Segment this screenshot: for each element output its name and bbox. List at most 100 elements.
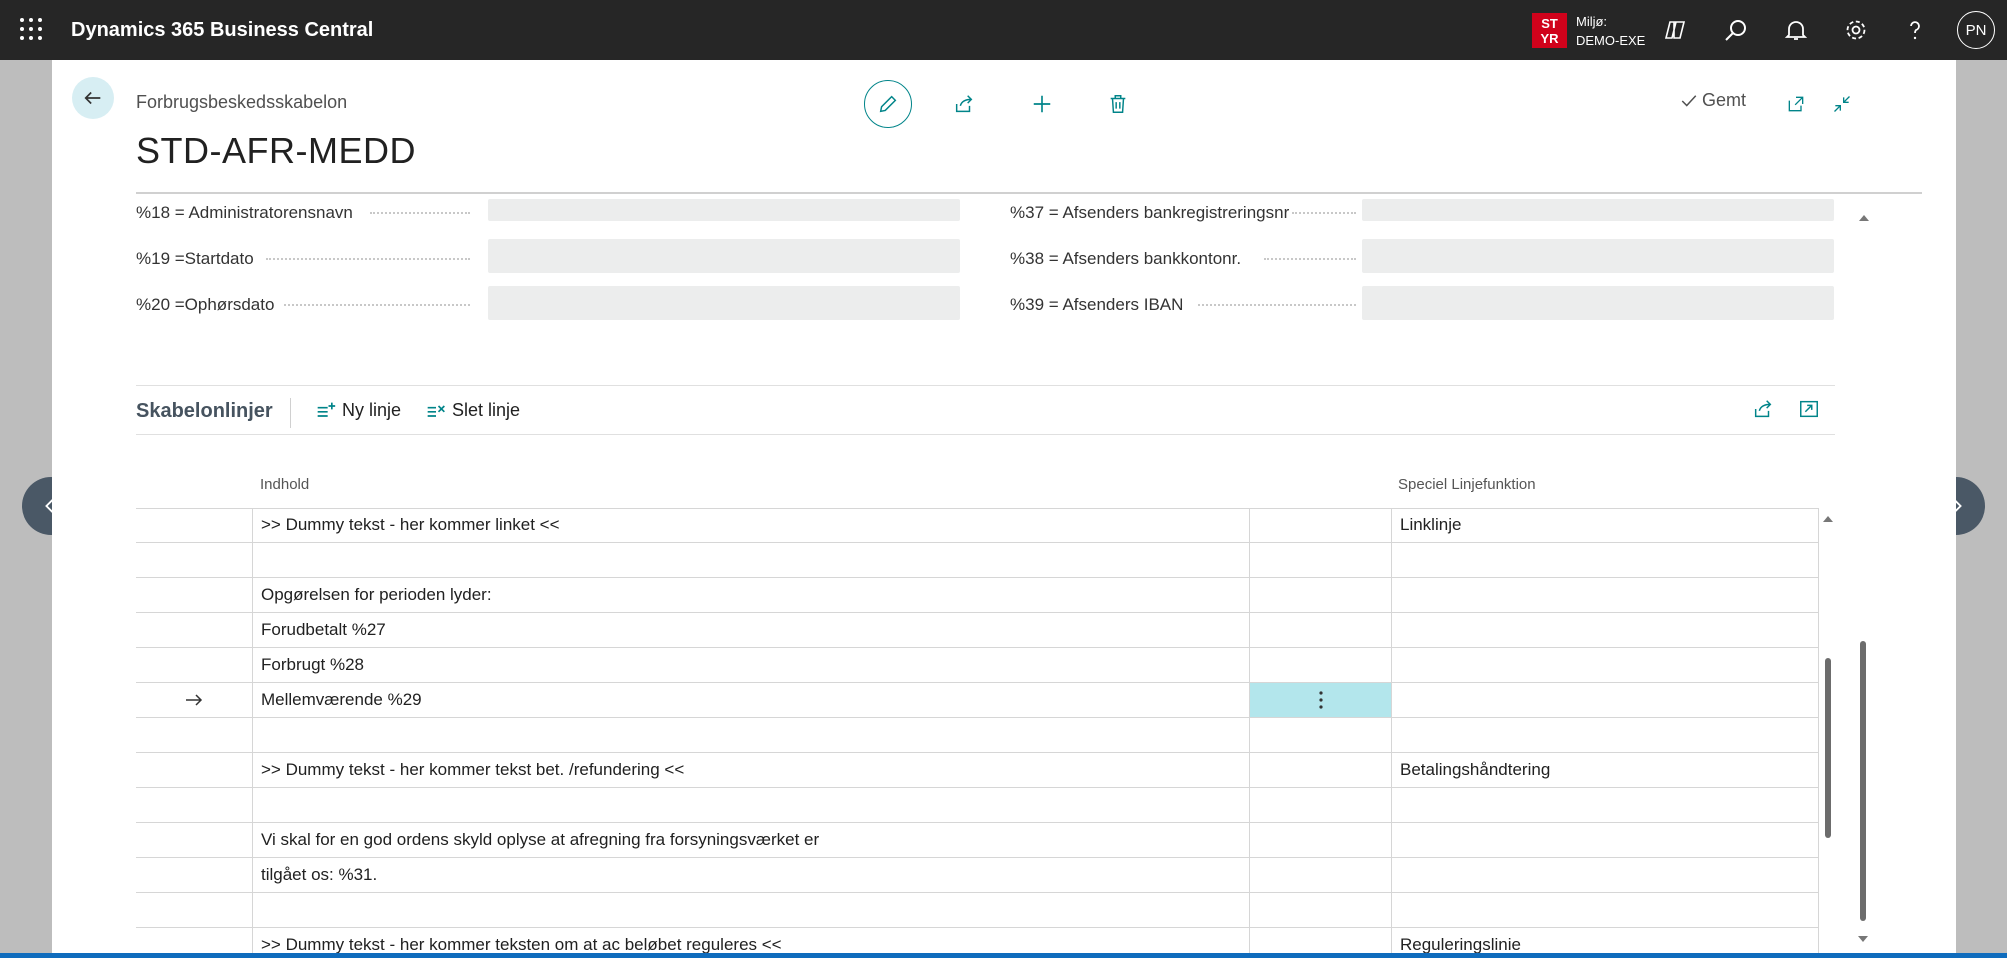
delete-line-icon <box>427 404 445 417</box>
cell-content[interactable]: Forudbetalt %27 <box>253 613 1250 647</box>
collapse-button[interactable] <box>1824 80 1860 128</box>
notification-icon[interactable] <box>1781 15 1811 45</box>
cell-special[interactable] <box>1392 543 1819 577</box>
fields-scroll-up-icon[interactable] <box>1858 210 1870 228</box>
dotted-leader <box>370 212 470 214</box>
page-scroll-down-icon[interactable] <box>1857 934 1869 944</box>
part-divider-bottom <box>136 434 1835 435</box>
field-input-administrator[interactable] <box>488 199 960 221</box>
environment-badge[interactable]: ST YR <box>1532 13 1567 48</box>
table-row[interactable]: tilgået os: %31. <box>136 858 1819 893</box>
field-input-bankreg[interactable] <box>1362 199 1834 221</box>
cell-content[interactable]: tilgået os: %31. <box>253 858 1250 892</box>
cell-content[interactable]: Opgørelsen for perioden lyder: <box>253 578 1250 612</box>
table-row[interactable]: >> Dummy tekst - her kommer tekst bet. /… <box>136 753 1819 788</box>
current-row-arrow-icon <box>186 694 203 706</box>
app-launcher-icon[interactable] <box>20 18 42 40</box>
plus-icon <box>1033 95 1051 113</box>
trash-icon <box>1110 95 1126 113</box>
column-header-special[interactable]: Speciel Linjefunktion <box>1398 476 1536 493</box>
field-input-enddate[interactable] <box>488 286 960 320</box>
cell-content[interactable] <box>253 718 1250 752</box>
new-line-button[interactable]: Ny linje <box>316 400 401 421</box>
user-avatar[interactable]: PN <box>1957 11 1995 49</box>
table-row[interactable] <box>136 788 1819 823</box>
table-row[interactable]: Opgørelsen for perioden lyder: <box>136 578 1819 613</box>
cell-special[interactable] <box>1392 858 1819 892</box>
record-title: STD-AFR-MEDD <box>136 130 416 171</box>
table-row[interactable]: >> Dummy tekst - her kommer linket << Li… <box>136 508 1819 543</box>
table-row[interactable] <box>136 543 1819 578</box>
cell-special[interactable]: Reguleringslinie <box>1392 928 1819 953</box>
cell-content[interactable] <box>253 788 1250 822</box>
table-row-current[interactable]: Mellemværende %29 <box>136 683 1819 718</box>
template-lines-grid: >> Dummy tekst - her kommer linket << Li… <box>136 508 1819 953</box>
open-new-window-button[interactable] <box>1778 80 1814 128</box>
cell-special[interactable] <box>1392 648 1819 682</box>
field-label-enddate: %20 =Ophørsdato <box>136 295 275 314</box>
cell-special[interactable] <box>1392 578 1819 612</box>
help-icon[interactable] <box>1900 15 1930 45</box>
share-icon <box>955 95 973 113</box>
cell-content[interactable]: >> Dummy tekst - her kommer teksten om a… <box>253 928 1250 953</box>
page-caption: Forbrugsbeskedsskabelon <box>136 92 348 112</box>
field-input-iban[interactable] <box>1362 286 1834 320</box>
cell-special[interactable]: Betalingshåndtering <box>1392 753 1819 787</box>
table-row[interactable]: >> Dummy tekst - her kommer teksten om a… <box>136 928 1819 953</box>
part-separator <box>290 398 291 428</box>
cell-content[interactable]: >> Dummy tekst - her kommer linket << <box>253 508 1250 542</box>
cell-content[interactable] <box>253 893 1250 927</box>
settings-icon[interactable] <box>1841 15 1871 45</box>
edit-button[interactable] <box>864 80 912 128</box>
column-header-content[interactable]: Indhold <box>260 476 309 493</box>
part-expand-button[interactable] <box>1798 398 1820 425</box>
cell-content[interactable]: Forbrugt %28 <box>253 648 1250 682</box>
new-button[interactable] <box>1018 80 1066 128</box>
cell-special[interactable] <box>1392 683 1819 717</box>
table-row[interactable] <box>136 718 1819 753</box>
table-row[interactable] <box>136 893 1819 928</box>
part-divider-top <box>136 385 1835 386</box>
environment-info[interactable]: Miljø: DEMO-EXE <box>1576 12 1645 50</box>
cell-special[interactable] <box>1392 893 1819 927</box>
cell-content[interactable] <box>253 543 1250 577</box>
card-page: Forbrugsbeskedsskabelon STD-AFR-MEDD Gem… <box>52 60 1956 953</box>
scroll-up-icon[interactable] <box>1822 514 1834 524</box>
delete-line-button[interactable]: Slet linje <box>426 400 520 421</box>
table-row[interactable]: Vi skal for en god ordens skyld oplyse a… <box>136 823 1819 858</box>
cell-special[interactable]: Linklinje <box>1392 508 1819 542</box>
cell-special[interactable] <box>1392 718 1819 752</box>
delete-button[interactable] <box>1094 80 1142 128</box>
cell-content[interactable]: >> Dummy tekst - her kommer tekst bet. /… <box>253 753 1250 787</box>
app-title[interactable]: Dynamics 365 Business Central <box>71 19 373 42</box>
checkmark-icon <box>1681 94 1697 107</box>
part-title[interactable]: Skabelonlinjer <box>136 400 273 423</box>
share-icon <box>1754 400 1772 418</box>
share-button[interactable] <box>940 80 988 128</box>
page-scrollbar-thumb[interactable] <box>1860 641 1866 921</box>
cell-special[interactable] <box>1392 613 1819 647</box>
field-label-administrator: %18 = Administratorensnavn <box>136 203 353 222</box>
grid-scrollbar-thumb[interactable] <box>1825 658 1831 838</box>
field-label-iban: %39 = Afsenders IBAN <box>1010 295 1184 314</box>
grid-scrollbar[interactable] <box>1821 508 1835 953</box>
pencil-icon <box>879 95 897 113</box>
cell-special[interactable] <box>1392 788 1819 822</box>
copilot-icon[interactable] <box>1660 15 1690 45</box>
header-divider <box>136 192 1922 194</box>
row-actions-button[interactable] <box>1250 683 1392 717</box>
table-row[interactable]: Forudbetalt %27 <box>136 613 1819 648</box>
cell-content[interactable]: Vi skal for en god ordens skyld oplyse a… <box>253 823 1250 857</box>
part-share-button[interactable] <box>1752 398 1774 425</box>
cell-special[interactable] <box>1392 823 1819 857</box>
expand-icon <box>1800 400 1818 418</box>
field-label-startdate: %19 =Startdato <box>136 249 254 268</box>
cell-content[interactable]: Mellemværende %29 <box>253 683 1250 717</box>
collapse-icon <box>1834 96 1850 112</box>
new-line-icon <box>317 402 336 417</box>
search-icon[interactable] <box>1721 15 1751 45</box>
back-button[interactable] <box>72 77 114 119</box>
table-row[interactable]: Forbrugt %28 <box>136 648 1819 683</box>
field-input-bankaccount[interactable] <box>1362 239 1834 273</box>
field-input-startdate[interactable] <box>488 239 960 273</box>
